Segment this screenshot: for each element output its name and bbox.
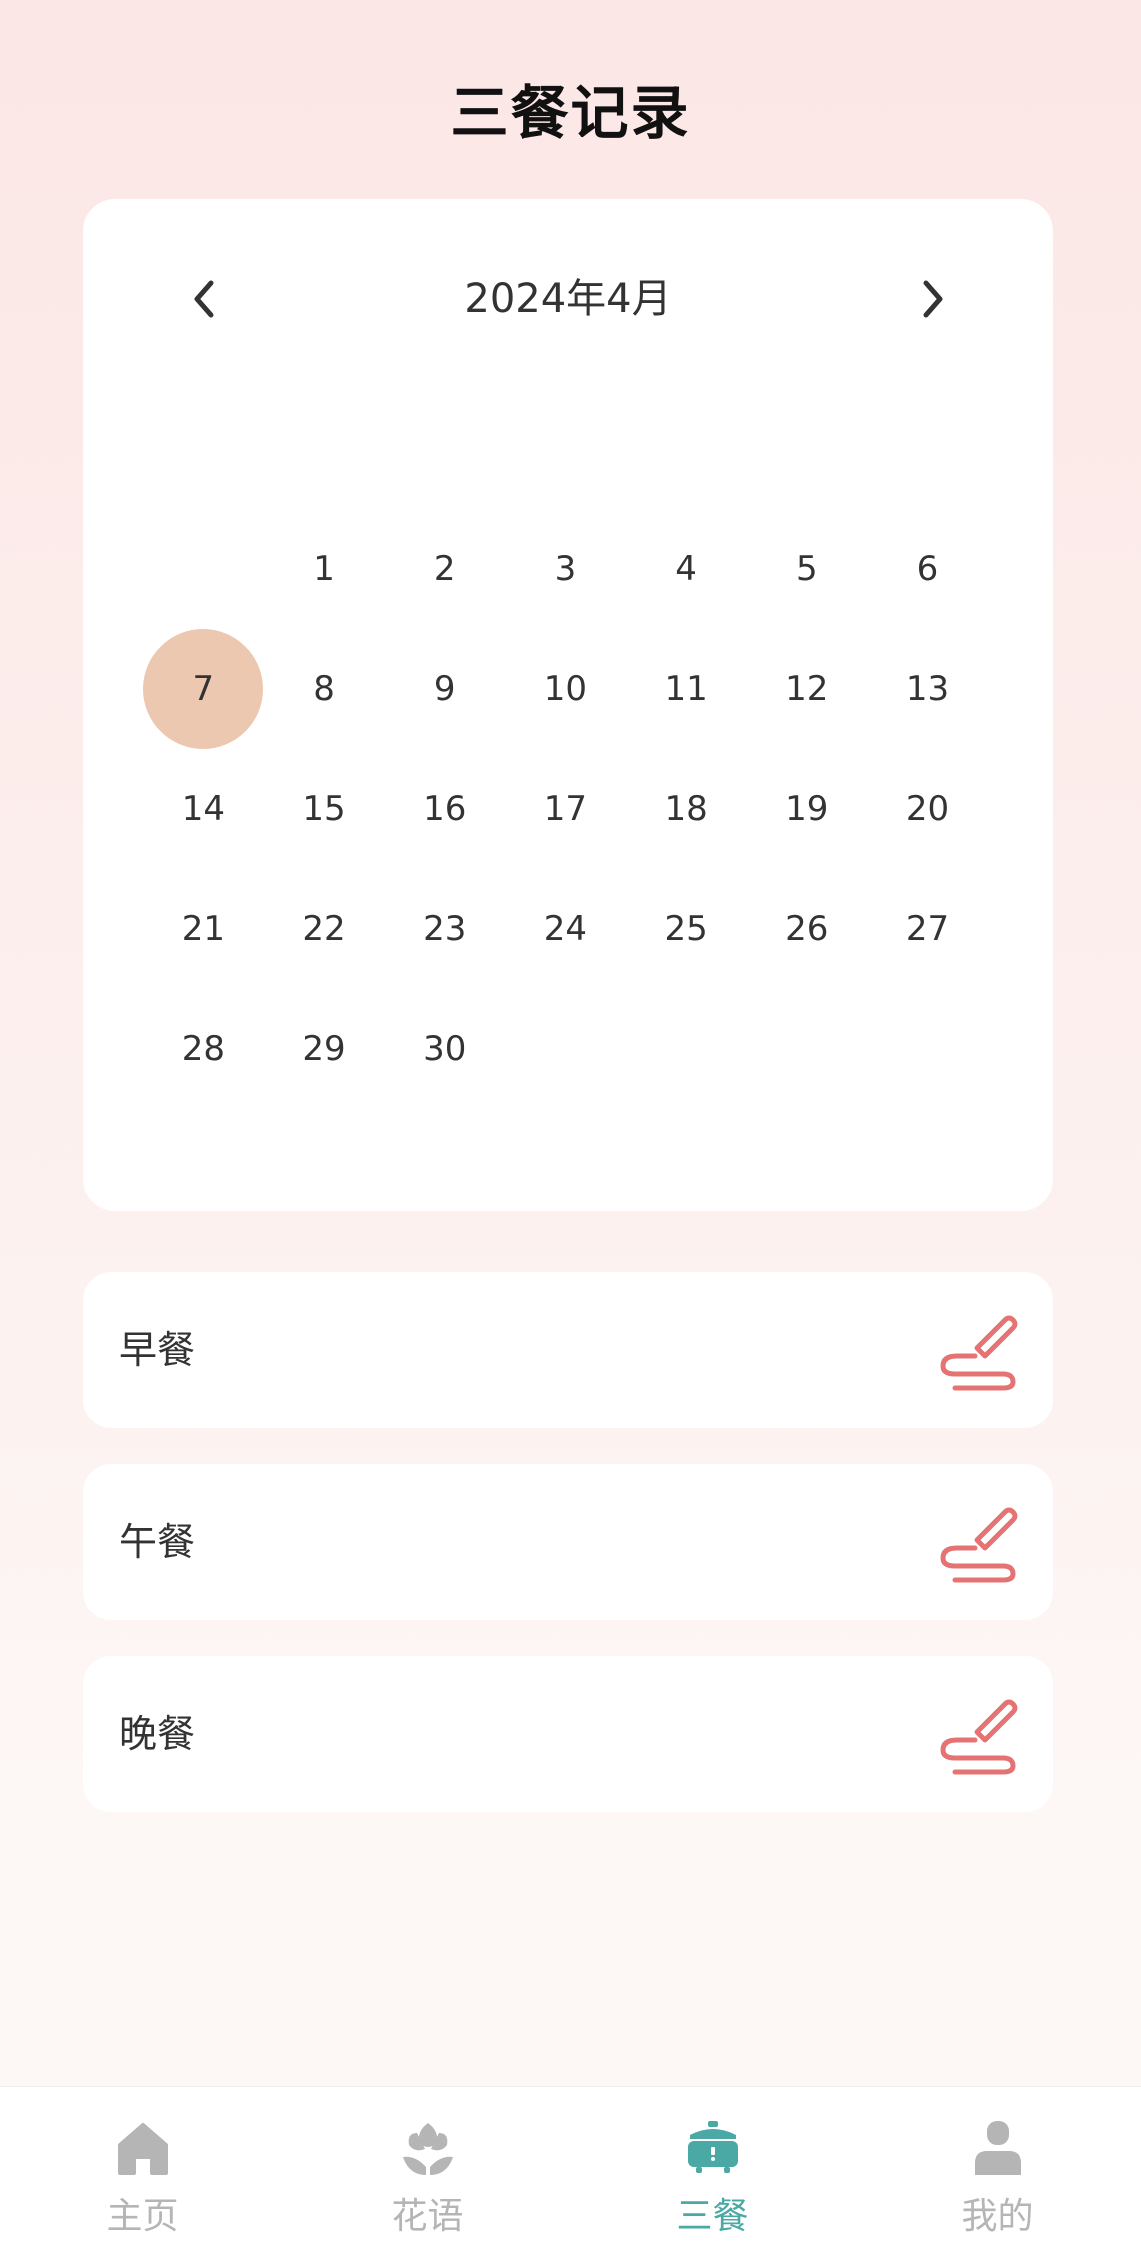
nav-label: 主页 (106, 2196, 179, 2237)
calendar-day[interactable]: 2 (384, 509, 505, 629)
edit-lunch-button[interactable] (935, 1500, 1019, 1584)
edit-breakfast-button[interactable] (935, 1308, 1019, 1392)
weekday-row (143, 419, 988, 479)
meal-label: 早餐 (119, 1328, 196, 1372)
calendar-day[interactable]: 11 (626, 629, 747, 749)
weekday-label (143, 419, 264, 479)
calendar-day[interactable]: 20 (867, 749, 988, 869)
calendar-card: 2024年4月 1 2 3 4 5 6 7 8 9 10 11 12 13 14 (83, 199, 1053, 1211)
calendar-day[interactable]: 21 (143, 869, 264, 989)
calendar-day[interactable]: 29 (264, 989, 385, 1109)
calendar-day[interactable]: 15 (264, 749, 385, 869)
weekday-label (626, 419, 747, 479)
calendar-day-empty (867, 989, 988, 1109)
weekday-label (746, 419, 867, 479)
bottom-nav: 主页 花语 三餐 我的 (0, 2086, 1141, 2254)
nav-label: 花语 (391, 2196, 464, 2237)
calendar-day[interactable]: 17 (505, 749, 626, 869)
edit-icon (940, 1507, 1018, 1583)
calendar-day[interactable]: 3 (505, 509, 626, 629)
calendar-day[interactable]: 27 (867, 869, 988, 989)
nav-item-meals[interactable]: 三餐 (570, 2087, 855, 2254)
rice-cooker-icon (688, 2121, 738, 2173)
nav-label: 三餐 (676, 2196, 749, 2237)
meal-card-dinner: 晚餐 (83, 1656, 1053, 1812)
calendar-day[interactable]: 12 (746, 629, 867, 749)
calendar-day[interactable]: 26 (746, 869, 867, 989)
calendar-day[interactable]: 13 (867, 629, 988, 749)
calendar-day[interactable]: 22 (264, 869, 385, 989)
meal-card-breakfast: 早餐 (83, 1272, 1053, 1428)
calendar-grid: 1 2 3 4 5 6 7 8 9 10 11 12 13 14 15 16 1… (143, 509, 988, 1109)
calendar-day[interactable]: 24 (505, 869, 626, 989)
calendar-day[interactable]: 16 (384, 749, 505, 869)
nav-label: 我的 (961, 2196, 1034, 2237)
calendar-day[interactable]: 28 (143, 989, 264, 1109)
calendar-day[interactable]: 4 (626, 509, 747, 629)
weekday-label (384, 419, 505, 479)
nav-item-profile[interactable]: 我的 (855, 2087, 1140, 2254)
home-icon (118, 2123, 168, 2175)
chevron-right-icon (923, 280, 943, 318)
calendar-day-empty (143, 509, 264, 629)
meal-card-lunch: 午餐 (83, 1464, 1053, 1620)
meal-label: 晚餐 (119, 1712, 196, 1756)
calendar-day-empty (626, 989, 747, 1109)
calendar-day[interactable]: 19 (746, 749, 867, 869)
next-month-button[interactable] (893, 259, 973, 339)
nav-item-home[interactable]: 主页 (0, 2087, 285, 2254)
meal-label: 午餐 (119, 1520, 196, 1564)
calendar-day[interactable]: 23 (384, 869, 505, 989)
calendar-day[interactable]: 30 (384, 989, 505, 1109)
nav-item-flower[interactable]: 花语 (285, 2087, 570, 2254)
weekday-label (505, 419, 626, 479)
calendar-day[interactable]: 8 (264, 629, 385, 749)
calendar-day[interactable]: 6 (867, 509, 988, 629)
calendar-day[interactable]: 14 (143, 749, 264, 869)
calendar-day-empty (505, 989, 626, 1109)
calendar-day[interactable]: 5 (746, 509, 867, 629)
edit-icon (940, 1699, 1018, 1775)
calendar-header: 2024年4月 (83, 259, 1053, 339)
page-title: 三餐记录 (450, 79, 691, 147)
calendar-day[interactable]: 18 (626, 749, 747, 869)
calendar-day[interactable]: 25 (626, 869, 747, 989)
flower-icon (403, 2123, 453, 2175)
user-icon (975, 2121, 1021, 2175)
weekday-label (867, 419, 988, 479)
weekday-label (264, 419, 385, 479)
calendar-day[interactable]: 9 (384, 629, 505, 749)
calendar-day-empty (746, 989, 867, 1109)
edit-icon (940, 1315, 1018, 1391)
edit-dinner-button[interactable] (935, 1692, 1019, 1776)
calendar-day[interactable]: 10 (505, 629, 626, 749)
calendar-day-selected[interactable]: 7 (143, 629, 264, 749)
calendar-day[interactable]: 1 (264, 509, 385, 629)
